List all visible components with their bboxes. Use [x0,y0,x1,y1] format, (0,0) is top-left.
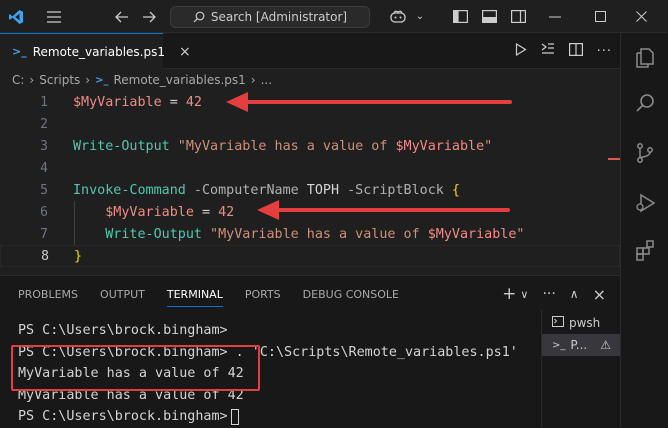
annotation-arrow [257,200,510,220]
annotation-arrow [226,92,512,112]
annotation-arrows [226,92,512,220]
